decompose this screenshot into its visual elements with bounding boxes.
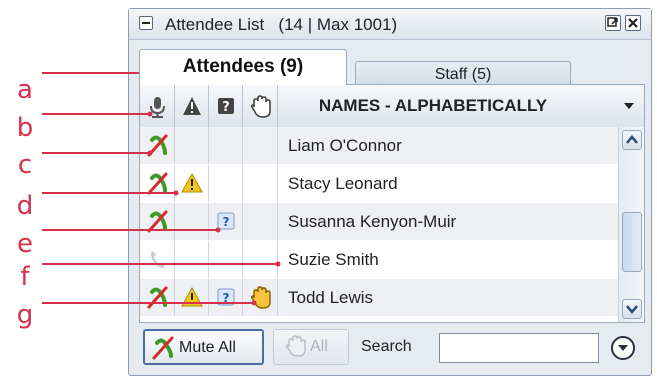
callout-f: f — [20, 262, 30, 292]
callout-c: c — [17, 150, 33, 180]
hand-cell[interactable] — [243, 279, 278, 316]
callout-g: g — [16, 300, 34, 330]
hand-cell[interactable] — [243, 241, 278, 278]
question-icon: ? — [217, 212, 235, 230]
names-sort-header[interactable]: NAMES - ALPHABETICALLY — [278, 85, 588, 127]
muted-mic-icon — [147, 134, 168, 157]
lower-all-hands-button[interactable]: All — [273, 329, 349, 365]
mic-status-cell[interactable] — [140, 203, 175, 240]
attendee-row[interactable]: ? Todd Lewis — [140, 279, 618, 316]
mic-status-cell[interactable] — [140, 279, 175, 316]
question-column-header[interactable]: ? — [209, 85, 243, 127]
tab-attendees[interactable]: Attendees (9) — [139, 49, 347, 85]
mic-column-header[interactable] — [140, 85, 175, 127]
chevron-up-icon — [626, 135, 638, 144]
svg-text:?: ? — [223, 291, 230, 305]
attendee-grid: ? NAMES - ALPHABETICALLY Liam O'Connor St… — [139, 84, 645, 323]
attendee-row[interactable]: Stacy Leonard — [140, 165, 618, 202]
warning-cell — [175, 203, 209, 240]
hand-cell[interactable] — [243, 165, 278, 202]
raise-hand-icon — [250, 286, 271, 309]
attendee-row[interactable]: ? Susanna Kenyon-Muir — [140, 203, 618, 240]
warning-cell — [175, 127, 209, 164]
mute-all-label: Mute All — [179, 339, 236, 356]
svg-text:?: ? — [222, 100, 230, 115]
tab-staff[interactable]: Staff (5) — [355, 61, 571, 85]
hand-cell[interactable] — [243, 127, 278, 164]
warning-cell — [175, 279, 209, 316]
panel-title: Attendee List (14 | Max 1001) — [165, 15, 397, 35]
hand-icon — [285, 335, 306, 357]
question-cell[interactable]: ? — [209, 203, 243, 240]
mic-status-cell[interactable] — [140, 127, 175, 164]
search-input[interactable] — [439, 333, 599, 363]
warning-icon — [181, 172, 203, 193]
attendee-name: Liam O'Connor — [288, 136, 402, 155]
phone-icon — [151, 251, 165, 268]
sort-dropdown-icon[interactable] — [624, 103, 634, 109]
attendee-name: Todd Lewis — [288, 288, 374, 307]
question-cell[interactable]: ? — [209, 279, 243, 316]
question-cell[interactable] — [209, 241, 243, 278]
all-label: All — [310, 338, 328, 355]
question-cell[interactable] — [209, 127, 243, 164]
mute-icon — [152, 336, 174, 360]
question-icon: ? — [217, 288, 235, 306]
warning-column-header[interactable] — [175, 85, 209, 127]
attendee-count: (14 | Max 1001) — [278, 15, 398, 34]
attendee-row[interactable]: Suzie Smith — [140, 241, 618, 278]
scroll-up-button[interactable] — [622, 130, 642, 150]
scroll-down-button[interactable] — [622, 299, 642, 319]
callout-a: a — [17, 75, 33, 105]
muted-mic-icon — [147, 172, 168, 195]
attendee-name: Suzie Smith — [288, 250, 379, 269]
search-label: Search — [361, 338, 412, 355]
callout-d: d — [16, 191, 34, 221]
muted-mic-icon — [147, 210, 168, 233]
attendee-list-panel: Attendee List (14 | Max 1001) Attendees … — [128, 8, 652, 376]
muted-mic-icon — [147, 286, 168, 309]
warning-cell — [175, 165, 209, 202]
callout-e: e — [17, 229, 33, 259]
scroll-thumb[interactable] — [622, 212, 642, 272]
close-icon — [628, 18, 638, 28]
close-button[interactable] — [625, 15, 641, 31]
attendee-name: Susanna Kenyon-Muir — [288, 212, 457, 231]
question-icon: ? — [218, 98, 234, 115]
panel-titlebar: Attendee List (14 | Max 1001) — [129, 9, 651, 40]
raise-hand-icon — [250, 95, 271, 118]
attendee-row[interactable]: Liam O'Connor — [140, 127, 618, 164]
question-cell[interactable] — [209, 165, 243, 202]
svg-text:?: ? — [223, 215, 230, 229]
warning-icon — [183, 97, 201, 115]
popout-button[interactable] — [605, 15, 621, 31]
grid-scrollbar[interactable] — [618, 127, 644, 322]
mute-all-button[interactable]: Mute All — [143, 329, 264, 365]
popout-icon — [607, 17, 618, 27]
hand-cell[interactable] — [243, 203, 278, 240]
microphone-icon — [150, 97, 165, 118]
warning-cell — [175, 241, 209, 278]
mic-status-cell[interactable] — [140, 241, 175, 278]
grid-header: ? NAMES - ALPHABETICALLY — [140, 85, 644, 128]
callout-b: b — [16, 113, 34, 143]
chevron-down-icon — [626, 305, 638, 314]
minimize-button[interactable] — [139, 16, 153, 30]
warning-icon — [181, 286, 203, 307]
options-menu-button[interactable] — [611, 336, 635, 360]
mic-status-cell[interactable] — [140, 165, 175, 202]
hand-column-header[interactable] — [243, 85, 278, 127]
attendee-name: Stacy Leonard — [288, 174, 398, 193]
panel-title-label: Attendee List — [165, 15, 265, 34]
